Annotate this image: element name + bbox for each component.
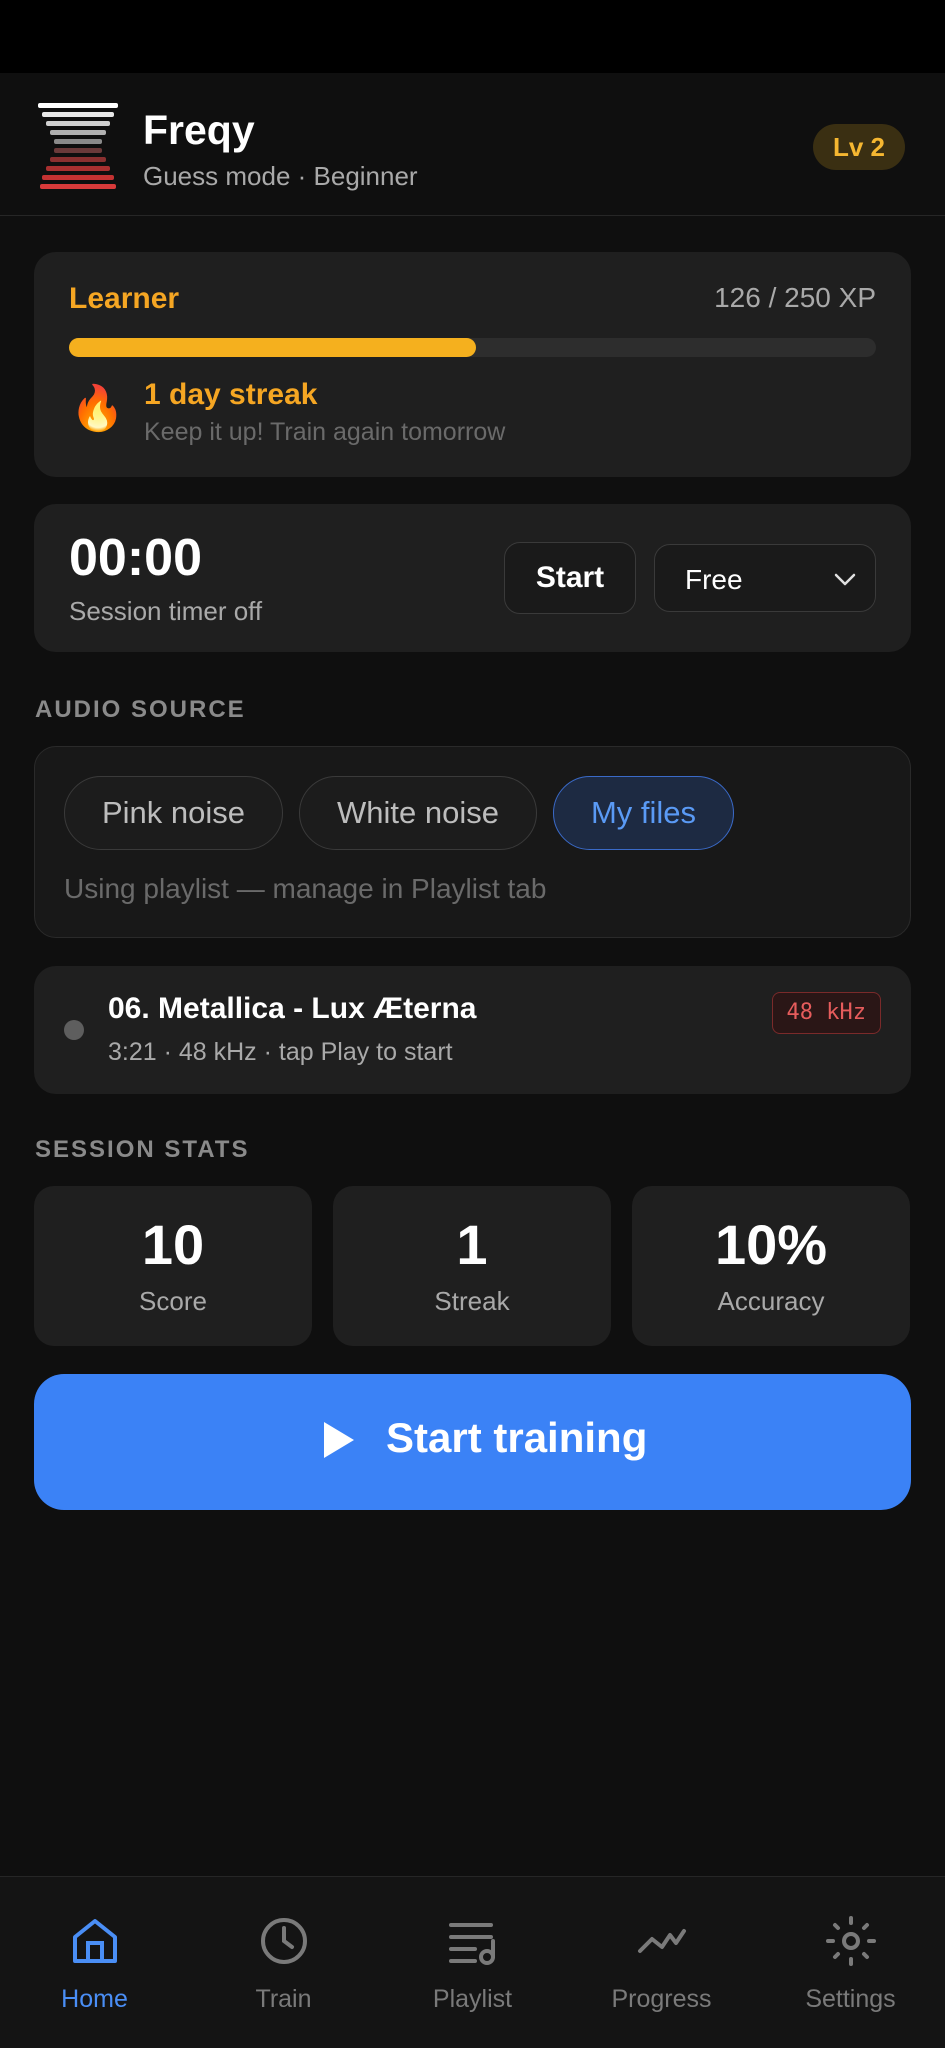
audio-source-hint: Using playlist — manage in Playlist tab xyxy=(64,873,547,904)
play-icon xyxy=(324,1422,354,1458)
tab-progress[interactable]: Progress xyxy=(567,1877,756,2048)
tab-playlist[interactable]: Playlist xyxy=(378,1877,567,2048)
app-header: Freqy Guess mode · Beginner Lv 2 xyxy=(0,73,945,216)
streak-subtitle: Keep it up! Train again tomorrow xyxy=(144,418,506,446)
accuracy-label: Accuracy xyxy=(717,1286,825,1316)
timer-start-button[interactable]: Start xyxy=(504,542,636,614)
sample-rate-badge: 48 kHz xyxy=(771,992,881,1034)
xp-card: Learner 126 / 250 XP 🔥 1 day streak Keep… xyxy=(34,252,911,477)
level-badge: Lv 2 xyxy=(812,124,905,170)
pink-noise-chip[interactable]: Pink noise xyxy=(64,776,283,850)
xp-progress-fill xyxy=(69,338,476,357)
session-stats-heading: SESSION STATS xyxy=(35,1136,250,1163)
timer-mode-value: Free xyxy=(685,564,743,595)
track-meta: 3:21 · 48 kHz · tap Play to start xyxy=(108,1038,453,1066)
score-value: 10 xyxy=(141,1213,205,1276)
tab-train[interactable]: Train xyxy=(189,1877,378,2048)
timer-mode-select[interactable]: Free xyxy=(654,544,876,612)
score-stat: 10 Score xyxy=(34,1186,312,1346)
rank-name: Learner xyxy=(69,282,180,315)
playlist-icon xyxy=(449,1923,495,1965)
score-label: Score xyxy=(139,1286,207,1316)
home-icon xyxy=(73,1919,117,1963)
tab-progress-label: Progress xyxy=(611,1985,712,2013)
bottom-tab-bar: Home Train Playlist Progress Settings xyxy=(0,1876,945,2048)
freqy-logo-icon xyxy=(38,103,118,189)
track-title: 06. Metallica - Lux Æterna xyxy=(108,992,477,1025)
accuracy-stat: 10% Accuracy xyxy=(632,1186,910,1346)
app-title: Freqy xyxy=(143,107,255,153)
flame-icon: 🔥 xyxy=(70,384,125,433)
tab-home[interactable]: Home xyxy=(0,1877,189,2048)
audio-source-card: Pink noise White noise My files Using pl… xyxy=(34,746,911,938)
accuracy-value: 10% xyxy=(714,1213,828,1276)
now-playing-card[interactable]: 06. Metallica - Lux Æterna 3:21 · 48 kHz… xyxy=(34,966,911,1094)
streak-title: 1 day streak xyxy=(144,378,318,411)
mode-subtitle: Guess mode · Beginner xyxy=(143,161,418,191)
timer-value: 00:00 xyxy=(69,529,202,587)
playback-status-dot xyxy=(64,1020,84,1040)
chevron-down-icon xyxy=(834,573,856,586)
xp-progress-text: 126 / 250 XP xyxy=(714,282,876,313)
xp-progress-bar xyxy=(69,338,876,357)
timer-label: Session timer off xyxy=(69,596,263,626)
streak-value: 1 xyxy=(456,1213,488,1276)
tab-train-label: Train xyxy=(255,1985,312,2013)
status-bar xyxy=(0,0,945,73)
progress-icon xyxy=(638,1929,686,1953)
tab-home-label: Home xyxy=(61,1985,128,2013)
streak-stat: 1 Streak xyxy=(333,1186,611,1346)
streak-label: Streak xyxy=(434,1286,510,1316)
audio-source-heading: AUDIO SOURCE xyxy=(35,696,246,723)
tab-settings-label: Settings xyxy=(805,1985,896,2013)
session-timer-card: 00:00 Session timer off Start Free xyxy=(34,504,911,652)
tab-playlist-label: Playlist xyxy=(432,1985,513,2013)
gear-icon xyxy=(826,1916,876,1966)
clock-icon xyxy=(261,1918,307,1964)
white-noise-chip[interactable]: White noise xyxy=(299,776,537,850)
start-training-button[interactable]: Start training xyxy=(34,1374,911,1510)
start-training-label: Start training xyxy=(386,1414,648,1461)
my-files-chip[interactable]: My files xyxy=(553,776,734,850)
tab-settings[interactable]: Settings xyxy=(756,1877,945,2048)
